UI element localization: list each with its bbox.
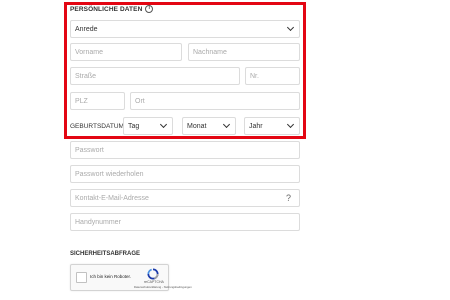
mobile-placeholder: Handynummer xyxy=(75,218,121,226)
captcha-label: Ich bin kein Roboter. xyxy=(90,274,132,279)
password-repeat-placeholder: Passwort wiederholen xyxy=(75,170,144,178)
city-placeholder: Ort xyxy=(135,97,145,105)
email-field[interactable]: Kontakt-E-Mail-Adresse ? xyxy=(70,189,300,207)
birthdate-label: GEBURTSDATUM xyxy=(70,123,124,130)
salutation-value: Anrede xyxy=(75,25,98,33)
captcha-links[interactable]: Datenschutzerklärung - Nutzungsbedingung… xyxy=(134,285,192,289)
password-placeholder: Passwort xyxy=(75,146,104,154)
chevron-down-icon xyxy=(286,23,295,32)
captcha-checkbox[interactable] xyxy=(76,272,87,283)
zip-field[interactable]: PLZ xyxy=(70,92,125,110)
birth-day-select[interactable]: Tag xyxy=(123,117,173,135)
salutation-select[interactable]: Anrede xyxy=(70,20,300,38)
lastname-placeholder: Nachname xyxy=(193,48,227,56)
house-number-field[interactable]: Nr. xyxy=(245,67,300,85)
street-field[interactable]: Straße xyxy=(70,67,240,85)
firstname-field[interactable]: Vorname xyxy=(70,43,182,61)
recaptcha-logo-icon xyxy=(147,268,159,280)
captcha-brand: reCAPTCHA xyxy=(144,280,164,284)
birth-month-value: Monat xyxy=(187,122,207,130)
city-field[interactable]: Ort xyxy=(130,92,300,110)
password-repeat-field[interactable]: Passwort wiederholen xyxy=(70,165,300,183)
help-icon[interactable]: ? xyxy=(286,193,291,203)
lastname-field[interactable]: Nachname xyxy=(188,43,300,61)
section-title-text: PERSÖNLICHE DATEN xyxy=(70,5,143,13)
house-number-placeholder: Nr. xyxy=(250,72,259,80)
info-icon[interactable]: i xyxy=(145,5,154,13)
password-field[interactable]: Passwort xyxy=(70,141,300,159)
chevron-down-icon xyxy=(222,120,231,129)
birth-month-select[interactable]: Monat xyxy=(182,117,236,135)
birth-day-value: Tag xyxy=(128,122,140,130)
recaptcha-widget: Ich bin kein Roboter. reCAPTCHA Datensch… xyxy=(70,264,192,291)
zip-placeholder: PLZ xyxy=(75,97,88,105)
firstname-placeholder: Vorname xyxy=(75,48,104,56)
mobile-field[interactable]: Handynummer xyxy=(70,213,300,231)
chevron-down-icon xyxy=(159,120,168,129)
street-placeholder: Straße xyxy=(75,72,97,80)
birth-year-value: Jahr xyxy=(249,122,263,130)
birth-year-select[interactable]: Jahr xyxy=(244,117,300,135)
email-placeholder: Kontakt-E-Mail-Adresse xyxy=(75,194,149,202)
chevron-down-icon xyxy=(286,120,295,129)
section-title: PERSÖNLICHE DATEN i xyxy=(70,5,154,13)
captcha-title: SICHERHEITSABFRAGE xyxy=(70,251,141,257)
